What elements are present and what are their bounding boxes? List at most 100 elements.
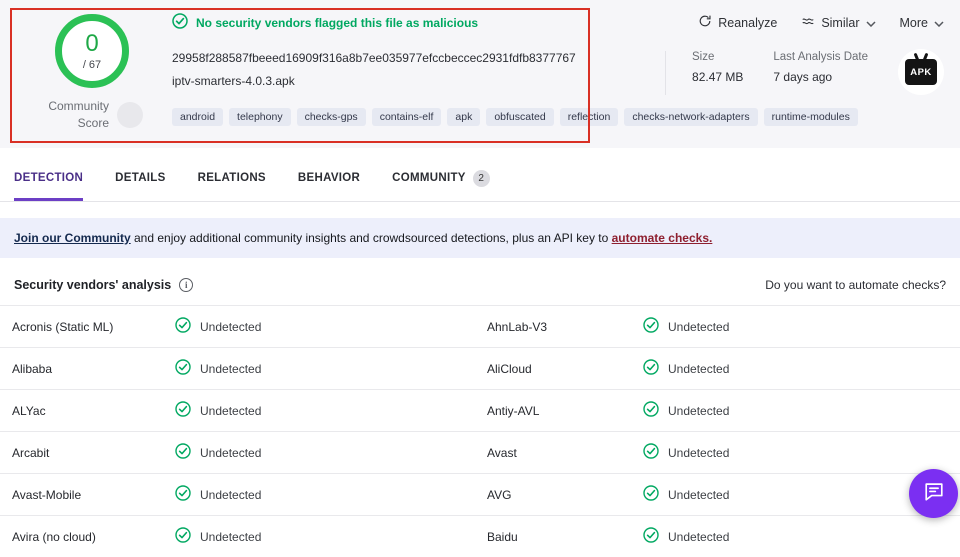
analysis-title: Security vendors' analysis <box>14 278 172 292</box>
tag: obfuscated <box>486 108 554 126</box>
check-circle-icon <box>643 443 659 462</box>
tag: reflection <box>559 108 619 126</box>
reanalyze-button[interactable]: Reanalyze <box>698 14 777 31</box>
tab-label: RELATIONS <box>197 172 266 184</box>
status-label: Undetected <box>668 319 730 334</box>
check-circle-icon <box>175 527 191 546</box>
status-label: Undetected <box>200 319 262 334</box>
file-size: Size 82.47 MB <box>692 51 743 84</box>
size-label: Size <box>692 51 715 63</box>
tag: android <box>172 108 224 126</box>
vendor-analysis-table: Acronis (Static ML) Undetected AhnLab-V3… <box>0 305 960 557</box>
vendor-name: Antiy-AVL <box>487 403 540 418</box>
tab-details[interactable]: DETAILS <box>115 158 165 201</box>
vendor-name: Avast <box>487 445 517 460</box>
tag: checks-gps <box>296 108 366 126</box>
check-circle-icon <box>175 485 191 504</box>
status-label: Undetected <box>200 445 262 460</box>
status-label: Undetected <box>668 487 730 502</box>
similar-icon <box>801 14 815 31</box>
vendor-status: Undetected <box>175 527 487 546</box>
last-analysis-date: Last Analysis Date 7 days ago <box>773 51 868 84</box>
status-label: Undetected <box>668 445 730 460</box>
header-actions: Reanalyze Similar More <box>698 14 944 31</box>
table-row: Avast-Mobile Undetected AVG Undetected <box>0 473 960 515</box>
community-score-widget[interactable] <box>117 101 143 128</box>
status-label: Undetected <box>668 361 730 376</box>
analysis-header: Security vendors' analysis i Do you want… <box>0 258 960 305</box>
tab-label: COMMUNITY <box>392 172 466 184</box>
table-row: Acronis (Static ML) Undetected AhnLab-V3… <box>0 305 960 347</box>
check-circle-icon <box>643 401 659 420</box>
community-count-badge: 2 <box>472 169 490 187</box>
file-summary: No security vendors flagged this file as… <box>172 10 944 134</box>
table-row: Arcabit Undetected Avast Undetected <box>0 431 960 473</box>
vendor-status: Undetected <box>175 359 487 378</box>
tab-label: BEHAVIOR <box>297 172 361 184</box>
vendor-status: Undetected <box>175 401 487 420</box>
file-meta: Size 82.47 MB Last Analysis Date 7 days … <box>665 49 944 95</box>
tab-behavior[interactable]: BEHAVIOR <box>298 158 360 201</box>
vendor-status: Undetected <box>643 359 960 378</box>
vendor-status: Undetected <box>643 443 960 462</box>
table-row: Avira (no cloud) Undetected Baidu Undete… <box>0 515 960 557</box>
more-button[interactable]: More <box>900 16 944 30</box>
tab-relations[interactable]: RELATIONS <box>198 158 266 201</box>
file-hash: 29958f288587fbeeed16909f316a8b7ee035977e… <box>172 51 576 65</box>
report-tabs: DETECTION DETAILS RELATIONS BEHAVIOR COM… <box>0 158 960 202</box>
table-row: ALYac Undetected Antiy-AVL Undetected <box>0 389 960 431</box>
date-value: 7 days ago <box>773 70 833 84</box>
check-circle-icon <box>175 401 191 420</box>
automate-prompt: Do you want to automate checks? <box>765 278 946 292</box>
check-circle-icon <box>175 359 191 378</box>
status-label: Undetected <box>200 403 262 418</box>
status-label: Undetected <box>200 487 262 502</box>
file-tags: android telephony checks-gps contains-el… <box>172 108 944 126</box>
score-value: 0 <box>85 29 99 57</box>
vendor-status: Undetected <box>175 443 487 462</box>
vendor-name: Acronis (Static ML) <box>12 319 114 334</box>
vendor-name: ALYac <box>12 403 46 418</box>
score-total: / 67 <box>82 58 102 71</box>
status-label: Undetected <box>200 529 262 544</box>
banner-text: and enjoy additional community insights … <box>130 231 612 245</box>
similar-label: Similar <box>821 15 860 30</box>
vendor-name: AVG <box>487 487 512 502</box>
vendor-status: Undetected <box>643 317 960 336</box>
check-circle-icon <box>172 13 188 32</box>
tab-community[interactable]: COMMUNITY 2 <box>392 158 490 201</box>
chat-bubble-icon <box>923 480 945 507</box>
check-circle-icon <box>643 359 659 378</box>
status-label: Undetected <box>668 403 730 418</box>
file-report-header: 0 / 67 Community Score No security vendo… <box>0 0 960 148</box>
chat-support-button[interactable] <box>909 469 958 518</box>
tag: apk <box>447 108 481 126</box>
chevron-down-icon <box>865 16 876 30</box>
automate-checks-link[interactable]: automate checks. <box>612 231 713 245</box>
check-circle-icon <box>175 443 191 462</box>
tag: telephony <box>229 108 291 126</box>
vendor-status: Undetected <box>175 485 487 504</box>
more-label: More <box>899 15 928 30</box>
vendor-name: Avast-Mobile <box>12 487 82 502</box>
tag: contains-elf <box>371 108 442 126</box>
score-column: 0 / 67 Community Score <box>12 10 172 134</box>
similar-button[interactable]: Similar <box>801 14 876 31</box>
tab-label: DETECTION <box>14 172 84 184</box>
file-type-label: APK <box>905 59 937 85</box>
join-community-link[interactable]: Join our Community <box>14 231 131 245</box>
size-value: 82.47 MB <box>692 70 744 84</box>
alert-message: No security vendors flagged this file as… <box>196 15 479 30</box>
vendor-status: Undetected <box>175 317 487 336</box>
apk-file-type-icon: APK <box>898 49 944 95</box>
check-circle-icon <box>643 527 659 546</box>
check-circle-icon <box>175 317 191 336</box>
reanalyze-icon <box>698 14 712 31</box>
vendor-status: Undetected <box>643 401 960 420</box>
tab-label: DETAILS <box>115 172 166 184</box>
tab-detection[interactable]: DETECTION <box>14 158 84 201</box>
table-row: Alibaba Undetected AliCloud Undetected <box>0 347 960 389</box>
check-circle-icon <box>643 485 659 504</box>
vendor-name: Arcabit <box>12 445 50 460</box>
info-icon[interactable]: i <box>179 278 194 292</box>
